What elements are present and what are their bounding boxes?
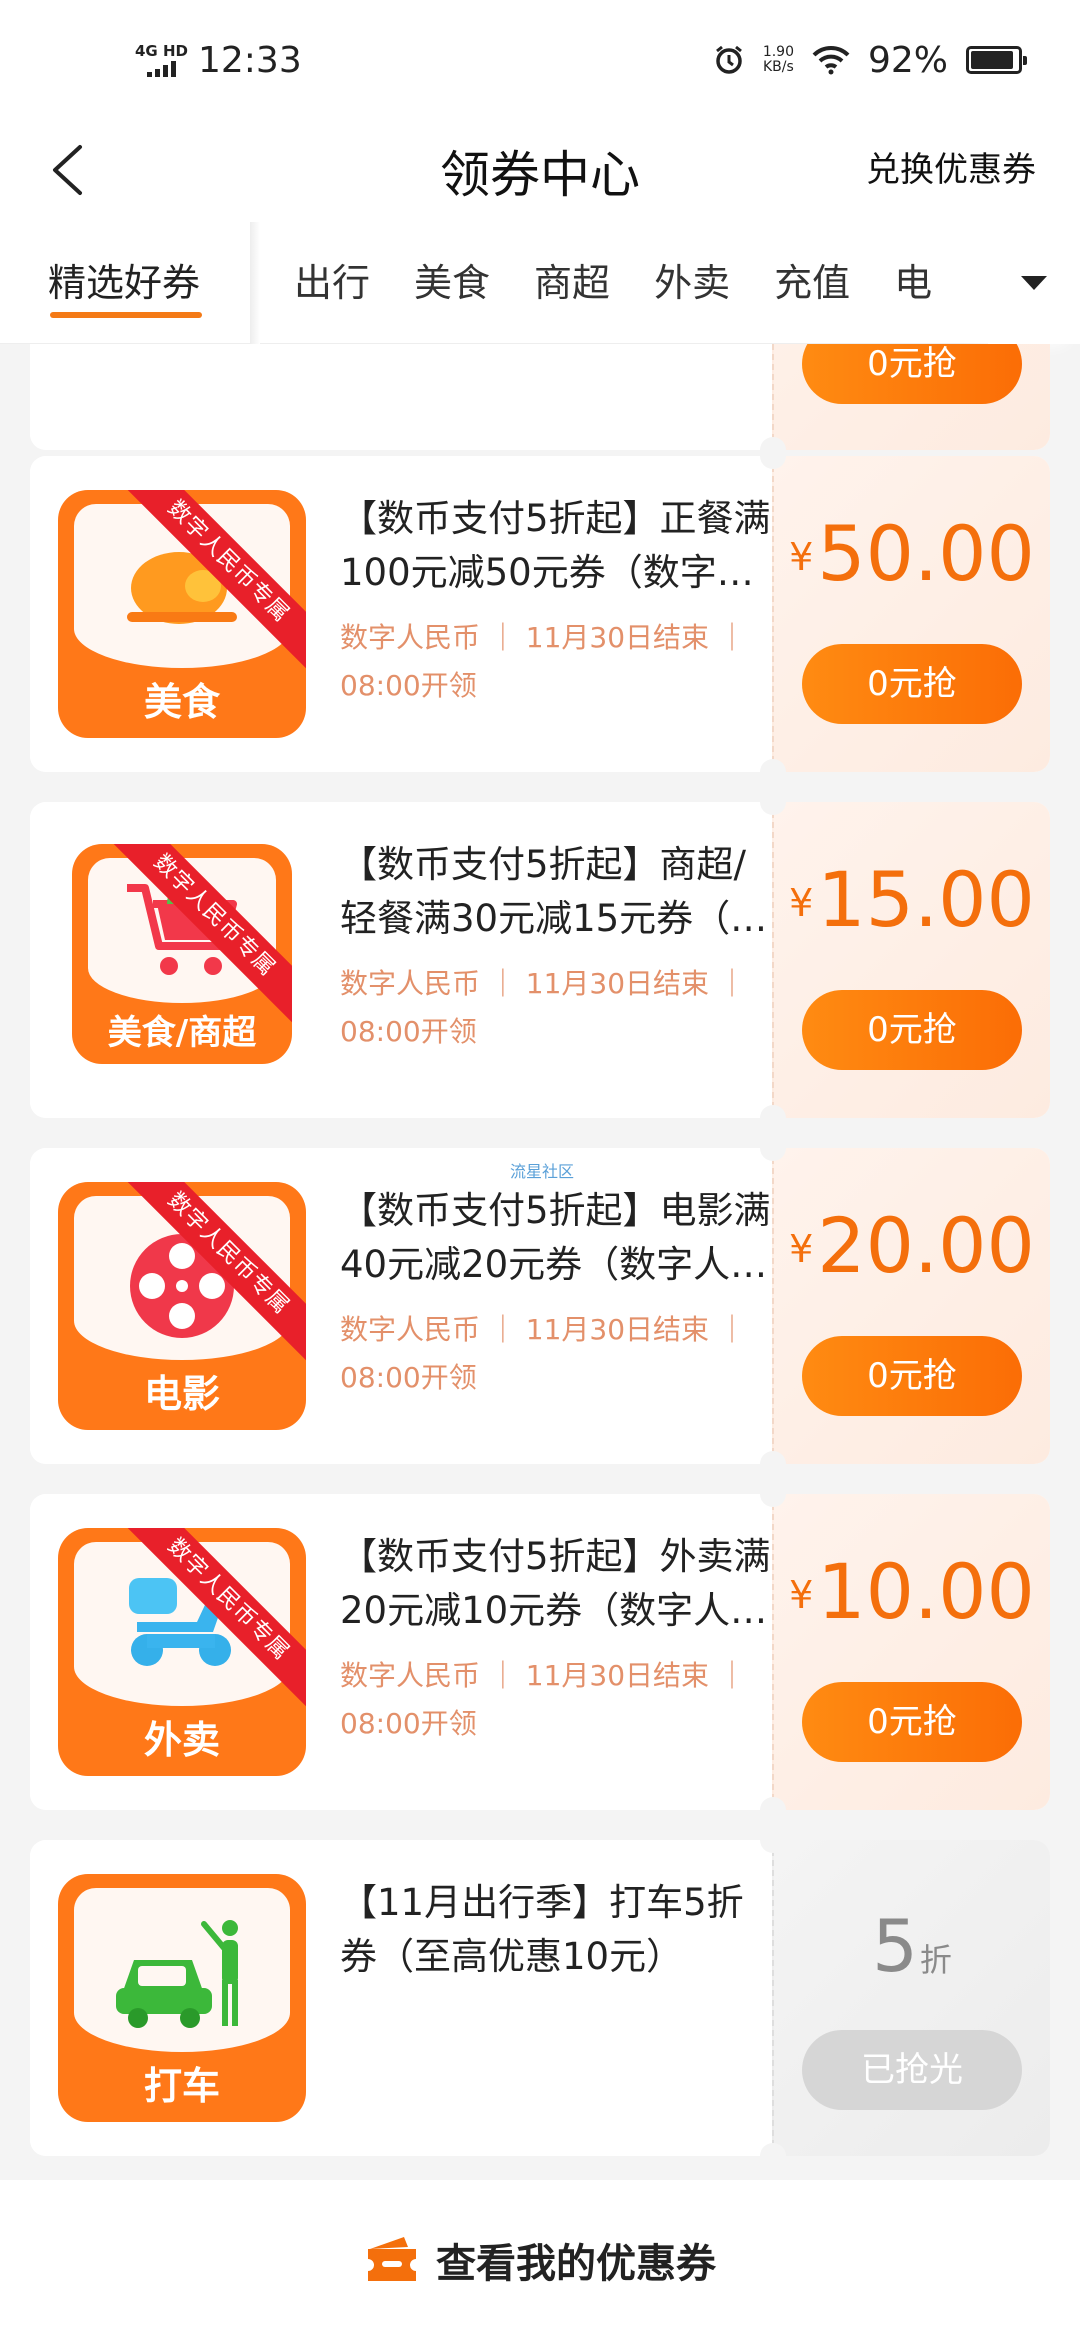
coupon-info: 数字人民币专属 外卖 【数币支付5折起】外卖满20元减10元券（数字人民币） 数… <box>30 1494 772 1810</box>
grab-button[interactable]: 0元抢 <box>802 1336 1022 1416</box>
discount-value: 5 <box>872 1904 918 1988</box>
network-speed: 1.90 KB/s <box>762 43 794 76</box>
watermark: 流星社区 <box>510 1162 575 1181</box>
tab-divider <box>250 221 261 344</box>
tab-takeout[interactable]: 外卖 <box>632 222 752 344</box>
amount-value: 50.00 <box>817 509 1035 598</box>
speed-unit: KB/s <box>763 59 794 75</box>
status-time: 12:33 <box>197 39 302 81</box>
coupon-amount: ¥ 15.00 <box>789 862 1035 938</box>
status-bar: 4G HD 12:33 1.90 KB/s 92% <box>0 0 1080 120</box>
coupon-card: 数字人民币专属 电影 【数币支付5折起】电影满40元减20元券（数字人民币） 数… <box>30 1148 1050 1464</box>
coupon-amount: ¥ 20.00 <box>789 1208 1035 1284</box>
coupon-meta: 数字人民币 ｜ 11月30日结束 ｜ 08:00开领 <box>340 967 746 1048</box>
tab-partial[interactable]: 电 <box>872 222 954 344</box>
speed-value: 1.90 <box>762 43 794 60</box>
chevron-left-icon <box>53 145 82 195</box>
coupon-meta: 数字人民币 ｜ 11月30日结束 ｜ 08:00开领 <box>340 1313 746 1394</box>
currency-symbol: ¥ <box>789 1227 814 1271</box>
page-header: 领券中心 兑换优惠券 <box>0 120 1080 222</box>
coupon-card: 数字人民币专属 美食/商超 【数币支付5折起】商超/轻餐满30元减15元券（数字… <box>30 802 1050 1118</box>
coupon-amount: ¥ 10.00 <box>789 1554 1035 1630</box>
coupon-discount: 5 折 <box>872 1910 952 1982</box>
coupon-title: 【11月出行季】打车5折券（至高优惠10元） <box>340 1881 744 1978</box>
my-coupons-bar[interactable]: 查看我的优惠券 <box>0 2180 1080 2340</box>
tab-food[interactable]: 美食 <box>392 222 512 344</box>
thumbnail-label: 打车 <box>143 2064 220 2108</box>
coupon-card: 数字人民币专属 外卖 【数币支付5折起】外卖满20元减10元券（数字人民币） 数… <box>30 1494 1050 1810</box>
coupon-action: ¥ 20.00 0元抢 <box>772 1148 1050 1464</box>
thumbnail-label: 美食/商超 <box>107 1013 257 1053</box>
coupon-amount: ¥ 50.00 <box>789 516 1035 592</box>
coupon-title: 【数币支付5折起】电影满40元减20元券（数字人民币） <box>340 1189 771 1286</box>
coupon-thumbnail: 打车 <box>58 1874 306 2122</box>
coupon-thumbnail: 数字人民币专属 电影 <box>58 1182 306 1430</box>
coupon-thumbnail: 数字人民币专属 美食/商超 <box>72 844 292 1064</box>
grab-button[interactable]: 0元抢 <box>802 1682 1022 1762</box>
tab-recharge[interactable]: 充值 <box>752 222 872 344</box>
amount-value: 20.00 <box>817 1201 1035 1290</box>
coupon-action: ¥ 10.00 0元抢 <box>772 1494 1050 1810</box>
coupon-card: 数字人民币专属 美食 【数币支付5折起】正餐满100元减50元券（数字人民币） … <box>30 456 1050 772</box>
grab-button[interactable]: 0元抢 <box>802 990 1022 1070</box>
tab-travel[interactable]: 出行 <box>272 222 392 344</box>
battery-icon <box>966 46 1027 74</box>
coupon-thumbnail: 数字人民币专属 美食 <box>58 490 306 738</box>
signal-icon <box>146 60 176 77</box>
coupon-meta: 数字人民币 ｜ 11月30日结束 ｜ 08:00开领 <box>340 621 746 702</box>
coupon-meta: 数字人民币 ｜ 11月30日结束 ｜ 08:00开领 <box>340 1659 746 1740</box>
thumbnail-label: 电影 <box>143 1372 220 1416</box>
currency-symbol: ¥ <box>789 881 814 925</box>
coupon-thumbnail: 数字人民币专属 外卖 <box>58 1528 306 1776</box>
coupon-action: ¥ 50.00 0元抢 <box>772 456 1050 772</box>
network-type: 4G HD <box>135 41 188 60</box>
category-tabs: 精选好券 出行 美食 商超 外卖 充值 电 <box>0 221 1080 344</box>
triangle-down-icon <box>1021 276 1047 290</box>
coupon-info: 数字人民币专属 电影 【数币支付5折起】电影满40元减20元券（数字人民币） 数… <box>30 1148 772 1464</box>
sold-out-button[interactable]: 已抢光 <box>802 2030 1022 2110</box>
amount-value: 10.00 <box>817 1547 1035 1636</box>
coupon-action: ¥ 15.00 0元抢 <box>772 802 1050 1118</box>
coupon-title: 【数币支付5折起】外卖满20元减10元券（数字人民币） <box>340 1535 771 1632</box>
coupon-ticket-icon <box>368 2237 416 2281</box>
coupon-info: 数字人民币专属 美食 【数币支付5折起】正餐满100元减50元券（数字人民币） … <box>30 456 772 772</box>
thumbnail-label: 外卖 <box>143 1718 220 1762</box>
discount-unit: 折 <box>919 1941 952 1979</box>
coupon-list[interactable]: 0元抢 数字人民币专属 美食 【数币支付5折起】正餐满100元减50元券（数字人… <box>0 344 1080 2180</box>
wifi-icon <box>812 45 850 75</box>
taxi-hail-icon <box>116 1920 238 2028</box>
thumbnail-label: 美食 <box>143 680 220 724</box>
coupon-action: 0元抢 <box>772 344 1050 450</box>
coupon-card: 打车 【11月出行季】打车5折券（至高优惠10元） 5 折 已抢光 <box>30 1840 1050 2156</box>
currency-symbol: ¥ <box>789 535 814 579</box>
back-button[interactable] <box>32 135 102 205</box>
tab-featured[interactable]: 精选好券 <box>0 222 250 344</box>
currency-symbol: ¥ <box>789 1573 814 1617</box>
my-coupons-label: 查看我的优惠券 <box>436 2241 716 2287</box>
grab-button[interactable]: 0元抢 <box>802 644 1022 724</box>
expand-tabs-button[interactable] <box>988 222 1080 344</box>
coupon-info <box>30 344 772 450</box>
coupon-title: 【数币支付5折起】商超/轻餐满30元减15元券（数字人民币） <box>340 843 768 940</box>
tab-supermarket[interactable]: 商超 <box>512 222 632 344</box>
grab-button[interactable]: 0元抢 <box>802 344 1022 404</box>
coupon-action: 5 折 已抢光 <box>772 1840 1050 2156</box>
battery-percent: 92% <box>867 39 948 81</box>
coupon-info: 打车 【11月出行季】打车5折券（至高优惠10元） <box>30 1840 772 2156</box>
alarm-icon <box>715 45 742 74</box>
coupon-info: 数字人民币专属 美食/商超 【数币支付5折起】商超/轻餐满30元减15元券（数字… <box>30 802 772 1118</box>
exchange-coupon-link[interactable]: 兑换优惠券 <box>866 138 1036 202</box>
amount-value: 15.00 <box>817 855 1035 944</box>
coupon-title: 【数币支付5折起】正餐满100元减50元券（数字人民币） <box>340 497 771 594</box>
signal-indicator: 4G HD <box>135 41 188 77</box>
page-title: 领券中心 <box>440 146 640 204</box>
coupon-card: 0元抢 <box>30 344 1050 450</box>
